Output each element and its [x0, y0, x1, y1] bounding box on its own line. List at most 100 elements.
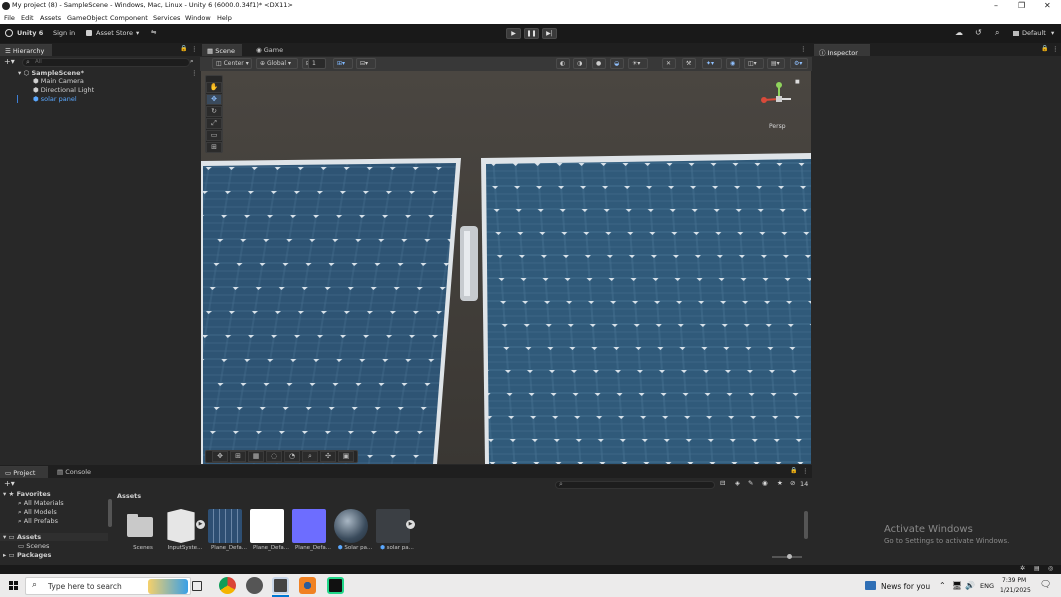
asset-item-plane-default-2[interactable]: Plane_Defa...	[250, 509, 292, 551]
search-icon[interactable]: ⌕	[995, 28, 999, 38]
effects-dropdown[interactable]: ☀▾	[628, 58, 648, 69]
asset-item-inputsystem[interactable]: InputSyste...	[164, 509, 206, 551]
hierarchy-item-main-camera[interactable]: ⬢ Main Camera	[33, 77, 84, 85]
overlay-tool-1-icon[interactable]: ✥	[212, 451, 228, 462]
asset-store-button[interactable]: Asset Store	[96, 29, 133, 37]
restore-button[interactable]: ❐	[1018, 1, 1025, 10]
cloud-icon[interactable]: ☁	[955, 28, 963, 37]
menu-component[interactable]: Component	[110, 14, 148, 22]
shaded-wireframe-icon[interactable]: ◒	[610, 58, 624, 69]
asset-item-solar-panel-material[interactable]: ⬢ Solar pa...	[334, 509, 376, 551]
scenes-folder[interactable]: ▭ Scenes	[18, 542, 49, 550]
scene-root-item[interactable]: ▾ ⬡ SampleScene*	[18, 69, 84, 77]
panel-menu-icon[interactable]: ⋮	[1052, 45, 1059, 53]
language-indicator[interactable]: ENG	[980, 582, 994, 590]
shaded-mode-icon[interactable]: ●	[592, 58, 606, 69]
perspective-label[interactable]: Persp	[769, 123, 786, 130]
tools-icon[interactable]: ⚒	[682, 58, 696, 69]
hierarchy-item-directional-light[interactable]: ⬢ Directional Light	[33, 86, 94, 94]
thumbnail-size-slider[interactable]	[772, 554, 802, 559]
sign-in-button[interactable]: Sign in	[53, 29, 75, 37]
menu-services[interactable]: Services	[153, 14, 180, 22]
play-button[interactable]: ▶	[506, 28, 521, 39]
asset-grid-scrollbar[interactable]	[804, 511, 808, 539]
scene-menu-icon[interactable]: ⋮	[191, 69, 198, 77]
taskbar-date[interactable]: 1/21/2025	[1000, 587, 1031, 594]
gizmo-lock-icon[interactable]: ■	[795, 79, 800, 85]
search-filter-icon[interactable]: ⌕	[190, 57, 194, 66]
menu-gameobject[interactable]: GameObject	[67, 14, 108, 22]
blender-icon[interactable]	[299, 577, 316, 594]
overlay-tool-8-icon[interactable]: ▣	[338, 451, 354, 462]
visibility-icon[interactable]: ◉	[726, 58, 740, 69]
rotate-tool-icon[interactable]: ↻	[206, 106, 222, 117]
tab-project[interactable]: ▭ Project	[0, 466, 48, 478]
favorite-item[interactable]: ⌕ All Prefabs	[18, 517, 58, 526]
visibility-count-icon[interactable]: ◉	[762, 479, 768, 487]
menu-assets[interactable]: Assets	[40, 14, 61, 22]
snap-value-input[interactable]: 1	[308, 58, 326, 69]
overlay-tool-7-icon[interactable]: ✣	[320, 451, 336, 462]
step-button[interactable]: ▶|	[542, 28, 557, 39]
hierarchy-search-input[interactable]: ⌕ All	[22, 58, 190, 67]
create-button[interactable]: +▾	[4, 57, 15, 66]
overlay-tool-3-icon[interactable]: ▦	[248, 451, 264, 462]
move-tool-icon[interactable]: ✥	[206, 94, 222, 105]
filter-search-icon[interactable]: ✎	[748, 479, 753, 487]
packages-folder[interactable]: ▸ ▭ Packages	[3, 551, 51, 559]
asset-item-plane-default-1[interactable]: Plane_Defa...	[208, 509, 250, 551]
close-button[interactable]: ✕	[1044, 1, 1051, 10]
overlay-tool-4-icon[interactable]: ◌	[266, 451, 282, 462]
asset-item-plane-default-3[interactable]: Plane_Defa...	[292, 509, 334, 551]
tab-inspector[interactable]: ⓘ Inspector	[814, 44, 870, 57]
create-asset-button[interactable]: +▾	[4, 479, 15, 488]
overlays-dropdown[interactable]: ⚙▾	[790, 58, 808, 69]
overlay-tool-5-icon[interactable]: ◔	[284, 451, 300, 462]
panel-menu-icon[interactable]: ⋮	[191, 45, 198, 53]
tree-scrollbar[interactable]	[108, 499, 112, 527]
slider-handle[interactable]	[787, 554, 792, 559]
asset-breadcrumb[interactable]: Assets	[117, 492, 141, 500]
grid-snap-dropdown[interactable]: ⊞▾	[333, 58, 353, 69]
menu-file[interactable]: File	[4, 14, 15, 22]
task-view-icon[interactable]	[192, 581, 202, 591]
pause-button[interactable]: ❚❚	[524, 28, 539, 39]
lock-icon[interactable]: 🔒	[1041, 45, 1048, 52]
unity-account-label[interactable]: Unity 6	[17, 29, 43, 37]
filter-label-icon[interactable]: ◈	[735, 479, 740, 487]
camera-dropdown[interactable]: ◫▾	[744, 58, 764, 69]
show-hidden-icons-chevron[interactable]: ⌃	[939, 581, 946, 590]
audio-dropdown[interactable]: ▤▾	[767, 58, 785, 69]
overlay-tool-2-icon[interactable]: ⊞	[230, 451, 246, 462]
assets-folder[interactable]: ▾ ▭ Assets	[0, 533, 108, 541]
notifications-icon[interactable]: 🗨	[1040, 580, 1051, 590]
menu-help[interactable]: Help	[217, 14, 232, 22]
bug-icon[interactable]: ✲	[1020, 565, 1025, 572]
asset-item-solar-panel-model[interactable]: ⬢ solar pa...	[376, 509, 418, 551]
increment-snap-dropdown[interactable]: ⊟▾	[356, 58, 376, 69]
unity-editor-icon[interactable]	[272, 577, 289, 594]
panel-menu-icon[interactable]: ⋮	[800, 45, 807, 53]
orientation-gizmo[interactable]	[759, 79, 799, 119]
menu-window[interactable]: Window	[185, 14, 211, 22]
filter-type-icon[interactable]: ⊟	[720, 479, 725, 487]
tab-console[interactable]: ▤ Console	[52, 466, 102, 478]
progress-icon[interactable]: ▤	[1034, 565, 1040, 572]
lock-icon[interactable]: 🔒	[180, 45, 187, 52]
overlay-tool-6-icon[interactable]: ⌕	[302, 451, 318, 462]
space-dropdown[interactable]: ⊕ Global ▾	[256, 58, 298, 69]
history-icon[interactable]: ↺	[975, 28, 982, 37]
panel-menu-icon[interactable]: ⋮	[802, 467, 809, 475]
favorites-header[interactable]: ▾ ★ Favorites	[3, 490, 51, 498]
menu-edit[interactable]: Edit	[21, 14, 34, 22]
hidden-objects-icon[interactable]: ✕	[662, 58, 676, 69]
windows-start-icon[interactable]	[9, 581, 18, 590]
preview-play-icon[interactable]: ▶	[406, 520, 415, 529]
pivot-dropdown[interactable]: ◫ Center ▾	[212, 58, 252, 69]
lighting-toggle-icon[interactable]: ◑	[573, 58, 587, 69]
favorite-star-icon[interactable]: ★	[777, 479, 783, 487]
tab-scene[interactable]: ▦ Scene	[202, 44, 242, 56]
asset-item-scenes[interactable]: Scenes	[122, 509, 164, 551]
taskbar-time[interactable]: 7:39 PM	[1002, 577, 1026, 584]
news-icon[interactable]	[865, 581, 876, 590]
